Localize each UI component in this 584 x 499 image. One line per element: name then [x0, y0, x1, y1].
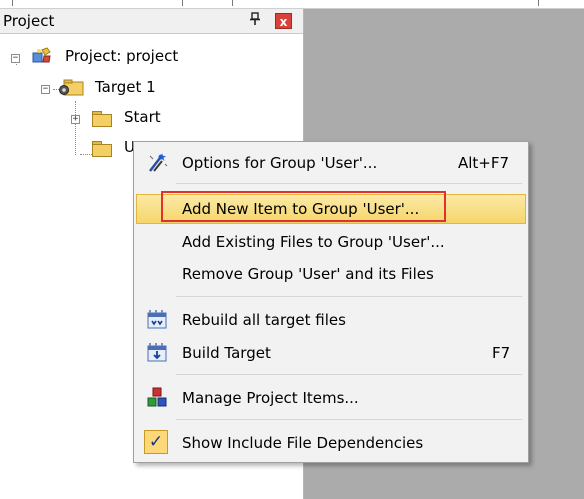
pin-icon[interactable] [246, 12, 264, 30]
folder-icon [92, 111, 112, 127]
build-icon [146, 342, 168, 364]
folder-icon [92, 141, 112, 157]
menu-separator [176, 419, 522, 420]
toolbar-separator [12, 0, 13, 6]
options-wand-icon [146, 152, 168, 174]
menu-shortcut: Alt+F7 [458, 154, 510, 172]
menu-item-add-existing[interactable]: Add Existing Files to Group 'User'... [136, 227, 526, 257]
menu-label: Build Target [182, 344, 271, 362]
menu-label: Show Include File Dependencies [182, 434, 424, 452]
context-menu: Options for Group 'User'... Alt+F7 Add N… [133, 141, 529, 463]
menu-label: Options for Group 'User'... [182, 154, 378, 172]
collapse-icon[interactable]: − [11, 54, 20, 63]
tree-row-start[interactable]: + Start [0, 107, 300, 129]
target-folder-icon [58, 79, 84, 97]
close-panel-button[interactable]: x [275, 13, 292, 29]
menu-item-remove-group[interactable]: Remove Group 'User' and its Files [136, 259, 526, 289]
toolbar-strip [0, 0, 584, 9]
tree-row-project[interactable]: − Project: project [0, 47, 300, 69]
rebuild-icon [146, 309, 168, 331]
menu-label: Rebuild all target files [182, 311, 346, 329]
menu-item-rebuild[interactable]: Rebuild all target files [136, 305, 526, 335]
manage-items-icon [146, 387, 168, 409]
panel-header: Project x [0, 9, 303, 34]
menu-label: Add Existing Files to Group 'User'... [182, 233, 445, 251]
expand-icon[interactable]: + [71, 115, 80, 124]
toolbar-separator [182, 0, 183, 6]
menu-item-manage-project-items[interactable]: Manage Project Items... [136, 383, 526, 413]
highlight-annotation [161, 191, 446, 222]
project-icon [30, 47, 54, 67]
tree-label-project: Project: project [65, 47, 179, 65]
menu-separator [176, 183, 522, 184]
menu-separator [176, 296, 522, 297]
menu-label: Remove Group 'User' and its Files [182, 265, 434, 283]
tree-row-target[interactable]: − Target 1 [0, 77, 300, 99]
checkmark-icon: ✓ [144, 430, 168, 454]
toolbar-separator [232, 0, 233, 6]
menu-label: Manage Project Items... [182, 389, 359, 407]
tree-label-target: Target 1 [95, 78, 156, 96]
tree-label-start: Start [124, 108, 161, 126]
menu-item-build-target[interactable]: Build Target F7 [136, 338, 526, 368]
menu-separator [176, 374, 522, 375]
toolbar-separator [538, 0, 539, 6]
menu-item-show-include-deps[interactable]: ✓ Show Include File Dependencies [136, 428, 526, 458]
menu-item-options[interactable]: Options for Group 'User'... Alt+F7 [136, 148, 526, 178]
panel-title: Project [3, 12, 55, 30]
menu-shortcut: F7 [492, 344, 511, 362]
collapse-icon[interactable]: − [41, 85, 50, 94]
